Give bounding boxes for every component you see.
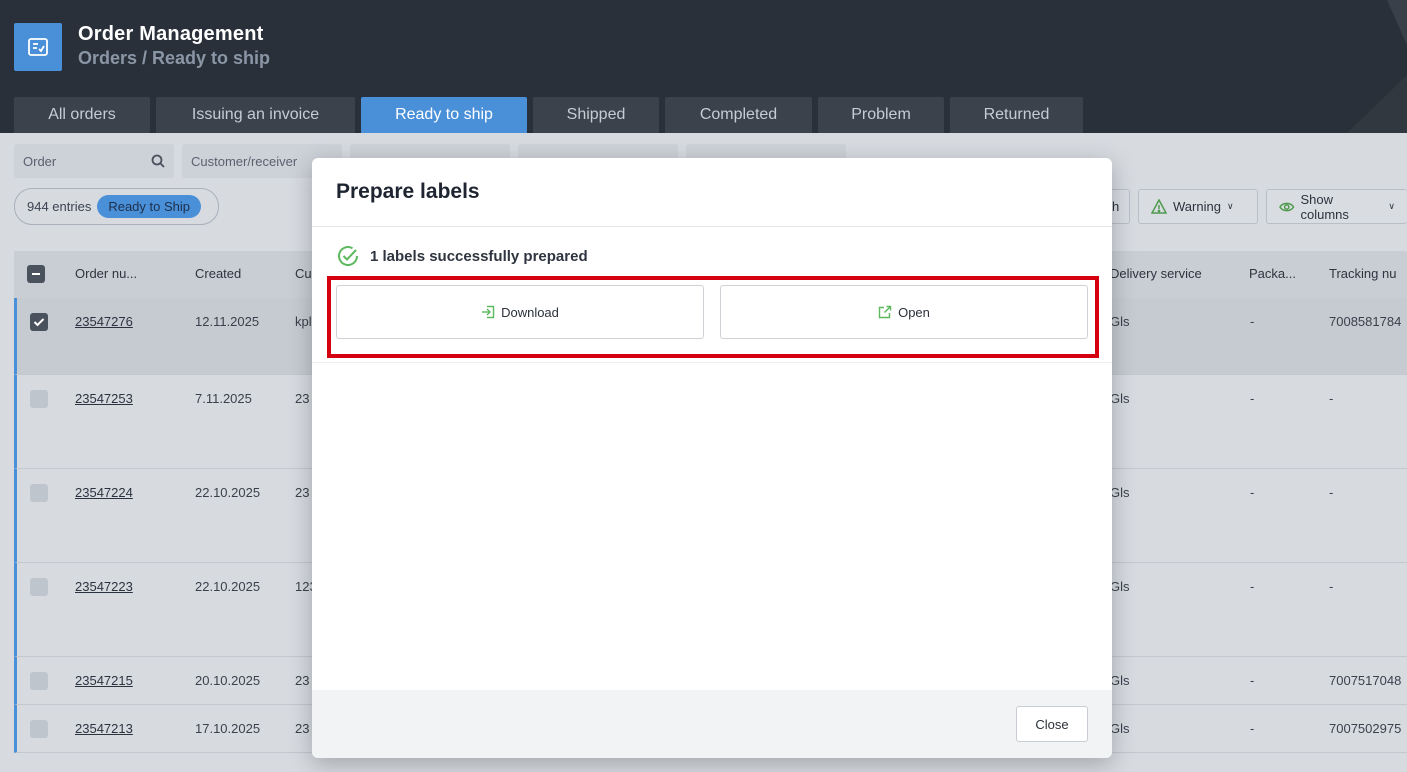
order-number-link[interactable]: 23547215 (75, 673, 133, 688)
customer-cell: 23 (295, 721, 310, 736)
delivery-service-cell: Gls (1110, 579, 1130, 594)
delivery-service-cell: Gls (1110, 485, 1130, 500)
package-cell: - (1250, 673, 1255, 688)
app-logo-icon (14, 23, 62, 71)
tracking-cell: 7008581784 (1329, 314, 1402, 329)
tracking-cell: - (1329, 579, 1334, 594)
order-number-link[interactable]: 23547224 (75, 485, 133, 500)
tracking-cell: 7007517048 (1329, 673, 1402, 688)
tab-issuing-invoice[interactable]: Issuing an invoice (156, 97, 355, 133)
customer-cell: 23 (295, 673, 310, 688)
open-label: Open (898, 304, 930, 320)
created-date: 7.11.2025 (195, 391, 252, 406)
order-number-link[interactable]: 23547223 (75, 579, 133, 594)
search-button-label: h (1112, 199, 1120, 214)
external-link-icon (878, 305, 892, 319)
column-tracking-number[interactable]: Tracking nu (1329, 266, 1396, 281)
package-cell: - (1250, 391, 1255, 406)
status-badge[interactable]: Ready to Ship (97, 195, 201, 218)
warning-dropdown[interactable]: Warning ∨ (1138, 189, 1258, 224)
order-filter-placeholder: Order (23, 153, 57, 169)
divider (312, 362, 1112, 363)
created-date: 22.10.2025 (195, 579, 261, 594)
tracking-cell: 7007502975 (1329, 721, 1402, 736)
entries-summary: 944 entries Ready to Ship (14, 188, 219, 225)
open-button[interactable]: Open (720, 285, 1088, 339)
delivery-service-cell: Gls (1110, 673, 1130, 688)
customer-cell: 23 (295, 485, 310, 500)
created-date: 20.10.2025 (195, 673, 261, 688)
warning-icon (1151, 199, 1167, 214)
success-message: 1 labels successfully prepared (336, 244, 588, 268)
eye-icon (1279, 202, 1295, 211)
tracking-cell: - (1329, 391, 1334, 406)
tab-ready-to-ship[interactable]: Ready to ship (361, 97, 527, 133)
created-date: 12.11.2025 (195, 314, 260, 329)
tab-all-orders[interactable]: All orders (14, 97, 150, 133)
chevron-down-icon: ∨ (1388, 201, 1395, 211)
tab-completed[interactable]: Completed (665, 97, 812, 133)
column-package[interactable]: Packa... (1249, 266, 1296, 281)
delivery-service-cell: Gls (1110, 391, 1130, 406)
download-label: Download (501, 304, 559, 320)
download-icon (482, 305, 495, 319)
row-checkbox[interactable] (30, 720, 48, 738)
customer-cell: kpl (295, 314, 312, 329)
created-date: 22.10.2025 (195, 485, 261, 500)
prepare-labels-dialog: Prepare labels 1 labels successfully pre… (312, 158, 1112, 758)
tracking-cell: - (1329, 485, 1334, 500)
package-cell: - (1250, 579, 1255, 594)
breadcrumb: Orders / Ready to ship (78, 48, 271, 68)
select-all-checkbox[interactable] (27, 265, 45, 283)
close-button[interactable]: Close (1016, 706, 1088, 742)
search-icon (151, 154, 165, 168)
package-cell: - (1250, 314, 1255, 329)
row-checkbox[interactable] (30, 484, 48, 502)
package-cell: - (1250, 721, 1255, 736)
dialog-footer: Close (312, 690, 1112, 758)
decorative-shape (1347, 0, 1407, 133)
download-button[interactable]: Download (336, 285, 704, 339)
divider (312, 226, 1112, 227)
row-checkbox[interactable] (30, 672, 48, 690)
customer-filter-placeholder: Customer/receiver (191, 153, 298, 169)
package-cell: - (1250, 485, 1255, 500)
row-checkbox[interactable] (30, 578, 48, 596)
entries-count: 944 entries (27, 199, 92, 214)
created-date: 17.10.2025 (195, 721, 261, 736)
delivery-service-cell: Gls (1110, 314, 1130, 329)
success-text: 1 labels successfully prepared (370, 247, 588, 265)
row-checkbox[interactable] (30, 313, 48, 331)
status-tabs: All orders Issuing an invoice Ready to s… (14, 97, 1083, 133)
row-checkbox[interactable] (30, 390, 48, 408)
dialog-title: Prepare labels (336, 180, 480, 203)
column-customer[interactable]: Cu (295, 266, 312, 281)
order-number-link[interactable]: 23547213 (75, 721, 133, 736)
customer-cell: 23 (295, 391, 310, 406)
order-number-link[interactable]: 23547253 (75, 391, 133, 406)
tab-shipped[interactable]: Shipped (533, 97, 659, 133)
tab-problem[interactable]: Problem (818, 97, 944, 133)
tab-returned[interactable]: Returned (950, 97, 1083, 133)
app-header: Order Management Orders / Ready to ship … (0, 0, 1407, 133)
app-title: Order Management (78, 23, 264, 45)
chevron-down-icon: ∨ (1226, 201, 1234, 211)
order-filter[interactable]: Order (14, 144, 174, 178)
warning-label: Warning (1173, 199, 1221, 214)
delivery-service-cell: Gls (1110, 721, 1130, 736)
check-circle-icon (338, 246, 358, 266)
show-columns-label: Show columns (1300, 191, 1349, 222)
column-created[interactable]: Created (195, 266, 241, 281)
order-number-link[interactable]: 23547276 (75, 314, 133, 329)
column-delivery-service[interactable]: Delivery service (1110, 266, 1202, 281)
show-columns-dropdown[interactable]: Show columns ∨ (1266, 189, 1407, 224)
column-order-number[interactable]: Order nu... (75, 266, 137, 281)
